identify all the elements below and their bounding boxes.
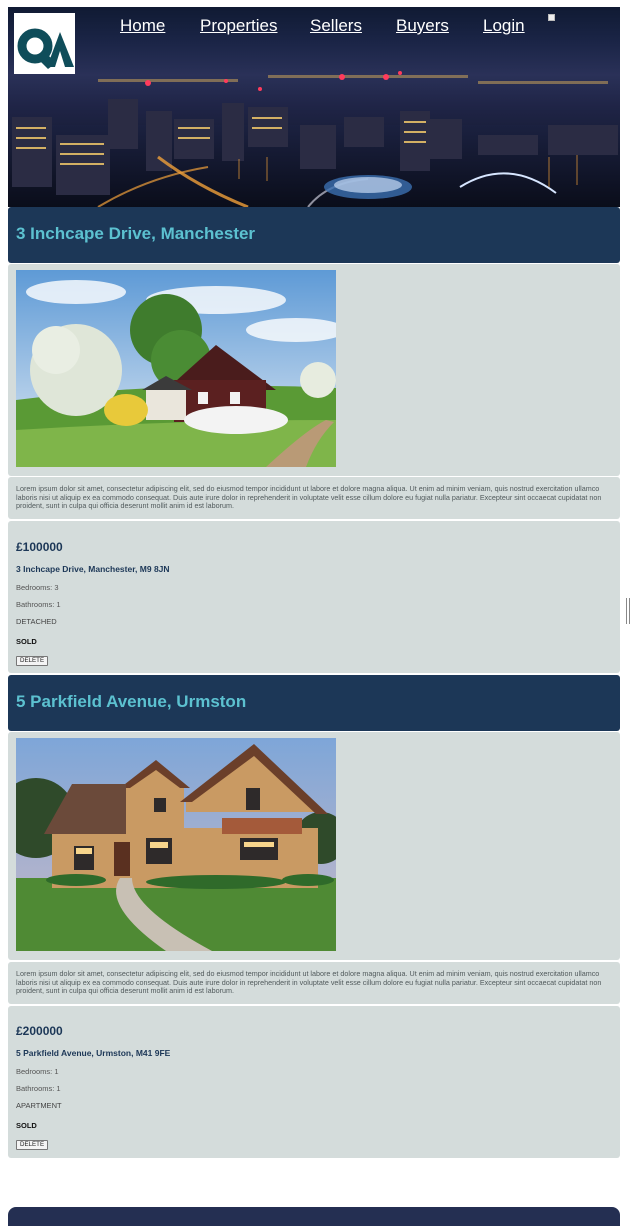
listing-bedrooms: Bedrooms: 1 — [16, 1067, 59, 1076]
listing-description: Lorem ipsum dolor sit amet, consectetur … — [16, 484, 602, 511]
listing-details-panel: £100000 3 Inchcape Drive, Manchester, M9… — [8, 521, 620, 673]
listing-bathrooms: Bathrooms: 1 — [16, 600, 61, 609]
listing-bathrooms: Bathrooms: 1 — [16, 1084, 61, 1093]
broken-image-icon — [548, 14, 555, 21]
nav-login-link[interactable]: Login — [483, 16, 525, 36]
delete-button[interactable]: DELETE — [16, 656, 49, 666]
listing-image-panel — [8, 264, 620, 476]
nav-sellers-link[interactable]: Sellers — [310, 16, 362, 36]
listing-address: 5 Parkfield Avenue, Urmston, M41 9FE — [16, 1048, 171, 1058]
listing-status: SOLD — [16, 1121, 37, 1130]
listing-details-panel: £200000 5 Parkfield Avenue, Urmston, M41… — [8, 1006, 620, 1158]
listing-description-panel: Lorem ipsum dolor sit amet, consectetur … — [8, 477, 620, 519]
listing-photo-brick-house[interactable] — [16, 738, 336, 951]
nav-home-link[interactable]: Home — [120, 16, 165, 36]
nav-properties-link[interactable]: Properties — [200, 16, 277, 36]
listing-status: SOLD — [16, 637, 37, 646]
listing-title[interactable]: 5 Parkfield Avenue, Urmston — [16, 692, 246, 712]
listing-title-bar: 3 Inchcape Drive, Manchester — [8, 207, 620, 263]
listing-image-panel — [8, 732, 620, 960]
listing-description-panel: Lorem ipsum dolor sit amet, consectetur … — [8, 962, 620, 1004]
listing-title[interactable]: 3 Inchcape Drive, Manchester — [16, 224, 255, 244]
header-banner: Home Properties Sellers Buyers Login — [8, 7, 620, 207]
listing-title-bar: 5 Parkfield Avenue, Urmston — [8, 675, 620, 731]
listing-description: Lorem ipsum dolor sit amet, consectetur … — [16, 969, 602, 996]
delete-button[interactable]: DELETE — [16, 1140, 49, 1150]
listing-photo-cottage[interactable] — [16, 270, 336, 467]
listing-type: APARTMENT — [16, 1101, 62, 1110]
listing-address: 3 Inchcape Drive, Manchester, M9 8JN — [16, 564, 170, 574]
scrollbar-handle[interactable] — [626, 598, 630, 624]
listing-price: £200000 — [16, 1024, 63, 1038]
listing-price: £100000 — [16, 540, 63, 554]
listing-type: DETACHED — [16, 617, 57, 626]
footer-bar — [8, 1207, 620, 1226]
main-nav: Home Properties Sellers Buyers Login — [8, 7, 620, 47]
nav-buyers-link[interactable]: Buyers — [396, 16, 449, 36]
listing-bedrooms: Bedrooms: 3 — [16, 583, 59, 592]
